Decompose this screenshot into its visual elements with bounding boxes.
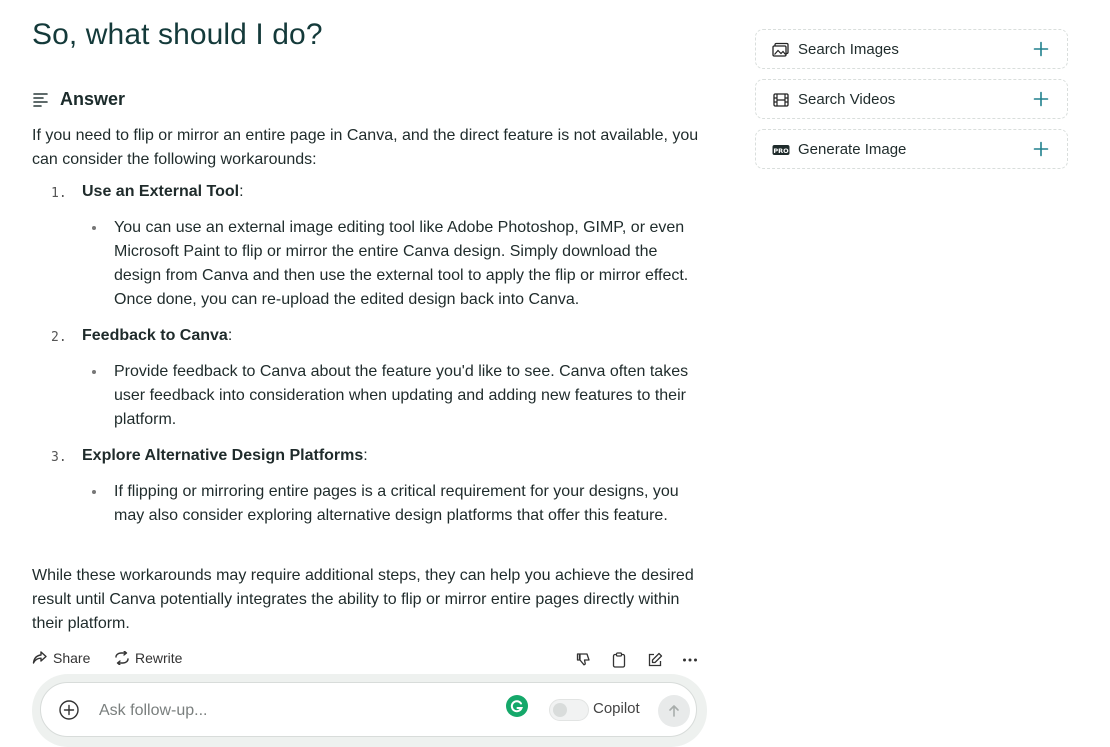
thumbs-down-icon	[576, 653, 590, 666]
list-number: 3.	[51, 450, 67, 465]
list-title-text: Explore Alternative Design Platforms	[82, 447, 364, 464]
answer-outro: While these workarounds may require addi…	[32, 567, 694, 632]
list-title-text: Use an External Tool	[82, 183, 240, 200]
more-options-button[interactable]	[680, 650, 700, 670]
answer-label: Answer	[60, 89, 126, 109]
list-item: 1. Use an External Tool: You can use an …	[32, 180, 704, 312]
copilot-label: Copilot	[593, 700, 640, 717]
list-title-suffix: :	[239, 183, 244, 200]
media-sidebar: Search Images Search Videos PRO Generate…	[755, 29, 1068, 179]
answer-actions: Share Rewrite	[32, 650, 704, 672]
toggle-knob	[553, 703, 567, 717]
list-title: Use an External Tool:	[82, 180, 244, 204]
list-item: 3. Explore Alternative Design Platforms:…	[32, 444, 704, 552]
more-icon	[683, 658, 697, 662]
plus-icon	[1033, 41, 1049, 57]
follow-up-input[interactable]	[97, 697, 481, 725]
film-icon	[773, 93, 789, 107]
list-number: 2.	[51, 330, 67, 345]
rewrite-button[interactable]: Rewrite	[114, 650, 182, 666]
send-button[interactable]	[658, 695, 690, 727]
composer-container: Copilot	[32, 674, 707, 747]
image-icon	[772, 42, 789, 57]
share-icon	[32, 651, 47, 664]
bullet-text: Provide feedback to Canva about the feat…	[114, 363, 689, 428]
plus-icon	[1033, 91, 1049, 107]
composer: Copilot	[40, 682, 697, 737]
bullet-dot	[92, 370, 96, 374]
grammarly-g-icon	[510, 700, 523, 713]
bullet-text: You can use an external image editing to…	[114, 219, 689, 308]
rewrite-icon	[115, 651, 129, 665]
plus-icon	[1033, 141, 1049, 157]
share-button[interactable]: Share	[32, 650, 90, 666]
bullet-dot	[92, 226, 96, 230]
bullet-dot	[92, 490, 96, 494]
answer-header: Answer	[32, 89, 125, 110]
list-title: Feedback to Canva:	[82, 324, 232, 348]
answer-lines-icon	[33, 92, 48, 107]
list-number: 1.	[51, 186, 67, 201]
answer-intro: If you need to flip or mirror an entire …	[32, 127, 699, 168]
question-title: So, what should I do?	[32, 18, 323, 51]
pro-badge-icon: PRO	[772, 145, 790, 155]
list-title-text: Feedback to Canva	[82, 327, 228, 344]
attach-plus-icon[interactable]	[59, 700, 79, 720]
list-title-suffix: :	[227, 327, 233, 344]
search-videos-button[interactable]: Search Videos	[755, 79, 1068, 119]
list-title: Explore Alternative Design Platforms:	[82, 444, 368, 468]
rewrite-label: Rewrite	[135, 650, 183, 666]
search-images-button[interactable]: Search Images	[755, 29, 1068, 69]
search-images-label: Search Images	[798, 41, 899, 58]
arrow-up-icon	[669, 705, 679, 717]
edit-button[interactable]	[645, 650, 665, 670]
list-title-suffix: :	[363, 447, 368, 464]
bullet-text: If flipping or mirroring entire pages is…	[114, 483, 679, 524]
share-label: Share	[53, 650, 91, 666]
thumbs-down-button[interactable]	[574, 650, 594, 670]
svg-text:PRO: PRO	[773, 147, 789, 155]
edit-icon	[648, 652, 663, 667]
grammarly-icon[interactable]	[506, 695, 528, 717]
copy-button[interactable]	[609, 650, 629, 670]
list-item: 2. Feedback to Canva: Provide feedback t…	[32, 324, 704, 432]
generate-image-label: Generate Image	[798, 141, 907, 158]
generate-image-button[interactable]: PRO Generate Image	[755, 129, 1068, 169]
search-videos-label: Search Videos	[798, 91, 896, 108]
copilot-toggle[interactable]	[549, 699, 589, 721]
clipboard-icon	[612, 652, 626, 668]
